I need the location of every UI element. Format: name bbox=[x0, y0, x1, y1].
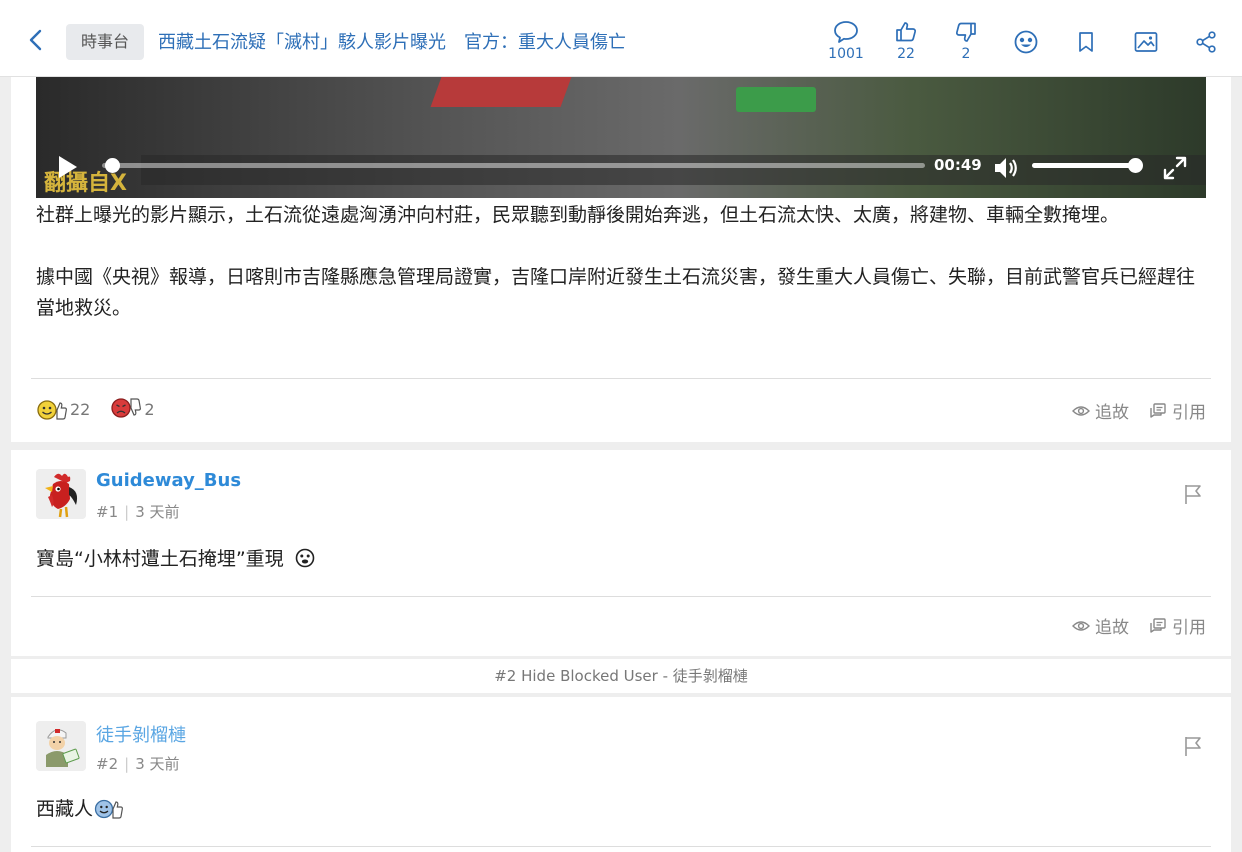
follow-label: 追故 bbox=[1095, 403, 1129, 423]
thumbs-up-icon bbox=[896, 22, 917, 42]
post-time: 3 天前 bbox=[135, 755, 180, 773]
avatar[interactable] bbox=[36, 469, 86, 519]
emoji-face-icon bbox=[1014, 30, 1038, 54]
post-floor: #1 bbox=[96, 503, 119, 521]
volume-fill bbox=[1032, 163, 1135, 168]
image-icon bbox=[1134, 32, 1158, 52]
quote-button[interactable]: 引用 bbox=[1149, 613, 1206, 638]
video-progress-bar[interactable] bbox=[102, 158, 925, 173]
meta-separator: | bbox=[124, 503, 130, 521]
top-bar: 時事台 西藏土石流疑「滅村」駭人影片曝光 官方：重大人員傷亡 1001 22 2 bbox=[0, 0, 1242, 77]
bookmark-button[interactable] bbox=[1066, 30, 1106, 54]
meta-separator: | bbox=[124, 755, 130, 773]
username[interactable]: 徒手剝榴槤 bbox=[96, 721, 186, 747]
post-time: 3 天前 bbox=[135, 503, 180, 521]
article-paragraph: 社群上曝光的影片顯示，土石流從遠處洶湧沖向村莊，民眾聽到動靜後開始奔逃，但土石流… bbox=[36, 204, 1120, 226]
follow-button[interactable]: 追故 bbox=[1072, 613, 1129, 638]
reaction-bar: 22 2 bbox=[36, 397, 175, 421]
fullscreen-button[interactable] bbox=[1162, 155, 1188, 185]
comment-text: 西藏人 bbox=[36, 798, 94, 820]
play-button[interactable] bbox=[54, 153, 80, 185]
quote-label: 引用 bbox=[1172, 403, 1206, 423]
post-meta: #1 | 3 天前 bbox=[96, 501, 180, 522]
quote-label: 引用 bbox=[1172, 618, 1206, 638]
avatar[interactable] bbox=[36, 721, 86, 771]
dislike-button[interactable]: 2 bbox=[946, 20, 986, 62]
reply-card: Guideway_Bus #1 | 3 天前 寶島“小林村遭土石掩埋”重現 追故 引… bbox=[11, 450, 1231, 656]
comments-count: 1001 bbox=[828, 46, 864, 62]
like-reaction[interactable]: 22 bbox=[36, 397, 90, 421]
blocked-user-notice[interactable]: #2 Hide Blocked User - 徒手剝榴槤 bbox=[11, 659, 1231, 693]
comments-button[interactable]: 1001 bbox=[826, 20, 866, 62]
dislike-reaction-count: 2 bbox=[144, 399, 155, 419]
comment-body: 西藏人 bbox=[36, 794, 124, 821]
report-button[interactable] bbox=[1182, 734, 1204, 762]
follow-label: 追故 bbox=[1095, 618, 1129, 638]
volume-slider[interactable] bbox=[1032, 158, 1143, 173]
divider bbox=[31, 596, 1211, 597]
video-player[interactable]: 翻攝自X 00:49 bbox=[36, 77, 1206, 198]
video-time: 00:49 bbox=[934, 156, 982, 174]
quote-button[interactable]: 引用 bbox=[1149, 398, 1206, 423]
comment-text: 寶島“小林村遭土石掩埋”重現 bbox=[36, 548, 284, 570]
comment-bubble-icon bbox=[834, 21, 858, 43]
blue-smiley-thumbs-up-icon bbox=[94, 799, 123, 819]
divider bbox=[31, 378, 1211, 379]
thread-title: 西藏土石流疑「滅村」駭人影片曝光 官方：重大人員傷亡 bbox=[158, 32, 626, 53]
reply-card: 徒手剝榴槤 #2 | 3 天前 西藏人 bbox=[11, 697, 1231, 852]
rooster-avatar-icon bbox=[36, 469, 86, 519]
article-body: 社群上曝光的影片顯示，土石流從遠處洶湧沖向村莊，民眾聽到動靜後開始奔逃，但土石流… bbox=[36, 200, 1208, 355]
angry-thumbs-down-icon bbox=[111, 398, 142, 418]
like-button[interactable]: 22 bbox=[886, 20, 926, 62]
post-floor: #2 bbox=[96, 755, 119, 773]
thumbs-down-icon bbox=[955, 22, 976, 42]
volume-button[interactable] bbox=[992, 154, 1020, 186]
fullscreen-icon bbox=[1163, 156, 1187, 180]
back-button[interactable] bbox=[22, 26, 50, 54]
video-scene-vehicle bbox=[736, 87, 816, 112]
dislikes-count: 2 bbox=[961, 46, 971, 62]
quote-icon bbox=[1150, 402, 1166, 418]
divider bbox=[31, 846, 1211, 847]
video-progress-handle[interactable] bbox=[104, 158, 120, 173]
worker-avatar-icon bbox=[36, 721, 86, 771]
article-card: 翻攝自X 00:49 社群上曝光的影片顯示，土石流從遠處洶湧沖向村莊，民眾聽到動… bbox=[11, 77, 1231, 442]
post-meta: #2 | 3 天前 bbox=[96, 753, 180, 774]
username[interactable]: Guideway_Bus bbox=[96, 470, 241, 491]
dislike-reaction[interactable]: 2 bbox=[110, 397, 155, 421]
article-paragraph: 據中國《央視》報導，日喀則市吉隆縣應急管理局證實，吉隆口岸附近發生土石流災害，發… bbox=[36, 266, 1196, 319]
share-button[interactable] bbox=[1186, 30, 1226, 54]
flag-icon bbox=[1185, 737, 1201, 756]
play-icon bbox=[59, 156, 77, 178]
volume-icon bbox=[995, 158, 1017, 178]
likes-count: 22 bbox=[897, 46, 915, 62]
post-actions: 追故 引用 bbox=[1052, 398, 1206, 423]
bookmark-icon bbox=[1079, 32, 1093, 52]
share-icon bbox=[1196, 31, 1216, 53]
video-scene-roof bbox=[430, 77, 572, 107]
quote-icon bbox=[1150, 617, 1166, 633]
flag-icon bbox=[1185, 485, 1201, 504]
video-overlay-timeline bbox=[141, 155, 1206, 185]
shocked-face-emoji-icon bbox=[295, 548, 314, 567]
like-reaction-count: 22 bbox=[70, 399, 91, 419]
report-button[interactable] bbox=[1182, 482, 1204, 510]
emoji-button[interactable] bbox=[1006, 29, 1046, 55]
smiley-thumbs-up-icon bbox=[37, 400, 67, 420]
comment-body: 寶島“小林村遭土石掩埋”重現 bbox=[36, 544, 315, 571]
post-actions: 追故 引用 bbox=[1052, 613, 1206, 638]
image-mode-button[interactable] bbox=[1126, 30, 1166, 54]
volume-handle[interactable] bbox=[1128, 158, 1143, 173]
eye-icon bbox=[1072, 405, 1090, 416]
follow-button[interactable]: 追故 bbox=[1072, 398, 1129, 423]
chevron-left-icon bbox=[29, 29, 42, 51]
channel-tag[interactable]: 時事台 bbox=[66, 24, 145, 60]
eye-icon bbox=[1072, 620, 1090, 631]
